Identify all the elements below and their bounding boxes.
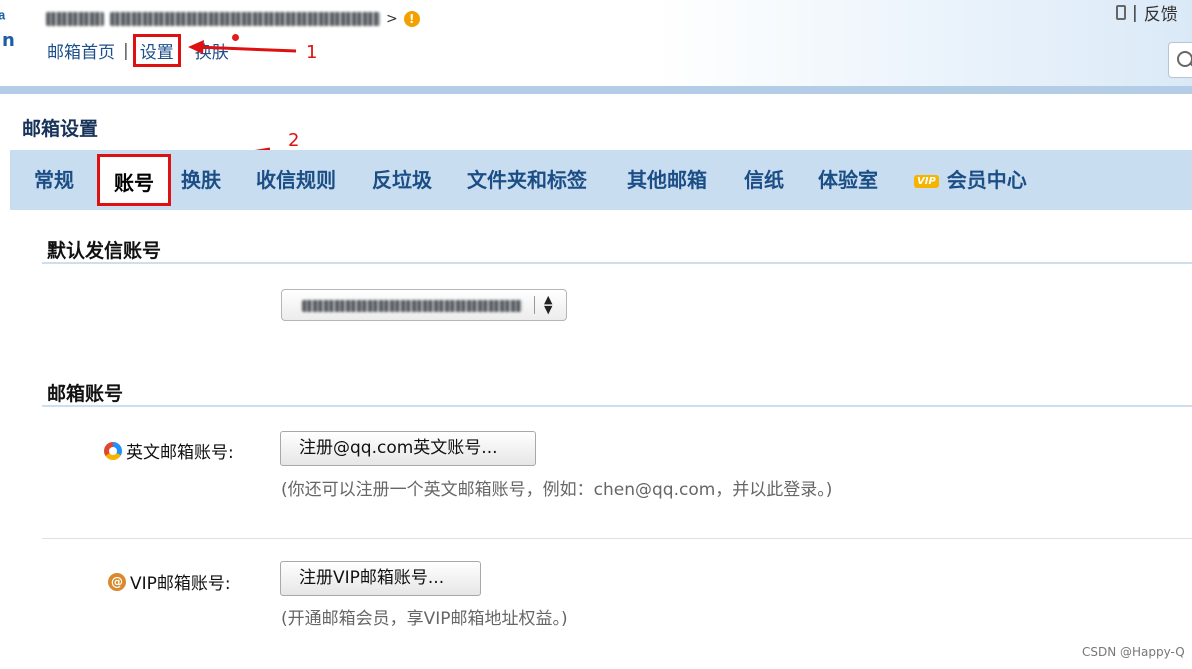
section-divider	[42, 405, 1192, 407]
row-divider	[42, 538, 1192, 539]
tab-other-mailboxes[interactable]: 其他邮箱	[627, 164, 707, 193]
blurred-email	[110, 12, 380, 26]
default-sender-select[interactable]: ▲ ▼	[281, 289, 567, 321]
register-vip-account-button[interactable]: 注册VIP邮箱账号...	[280, 561, 481, 596]
tab-general[interactable]: 常规	[34, 164, 74, 193]
tab-receive-rules[interactable]: 收信规则	[256, 164, 336, 193]
tab-member-center-label: 会员中心	[946, 168, 1027, 192]
search-button[interactable]	[1168, 42, 1192, 78]
tab-member-center[interactable]: VIP 会员中心	[914, 164, 1027, 193]
user-caret: >	[386, 11, 398, 27]
register-english-account-button[interactable]: 注册@qq.com英文账号...	[280, 431, 536, 466]
top-bar: ͣn > ! 邮箱首页 | 设置 换肤 | 反馈	[0, 0, 1192, 86]
default-sender-heading: 默认发信账号	[47, 240, 162, 262]
watermark: CSDN @Happy-Q	[1082, 645, 1185, 659]
feedback-link[interactable]: 反馈	[1144, 0, 1178, 25]
feedback-separator: |	[1132, 2, 1138, 23]
page-title: 邮箱设置	[22, 118, 99, 140]
annotation-label-1: 1	[306, 42, 318, 63]
at-sign-icon: @	[108, 572, 126, 591]
qq-icon	[104, 441, 122, 460]
annotation-label-2: 2	[288, 130, 300, 151]
vip-icon: VIP	[914, 175, 939, 188]
link-separator: |	[123, 40, 129, 61]
warning-icon[interactable]: !	[403, 11, 420, 27]
tab-account[interactable]: 账号	[97, 154, 171, 206]
mailbox-accounts-heading: 邮箱账号	[47, 383, 124, 405]
tab-lab[interactable]: 体验室	[818, 164, 878, 193]
settings-tabs: 常规 账号 换肤 收信规则 反垃圾 文件夹和标签 其他邮箱 信纸 体验室 VIP…	[10, 150, 1192, 210]
section-divider	[42, 262, 1192, 264]
logo: ͣn	[2, 30, 15, 51]
user-account-line[interactable]: > !	[46, 8, 420, 30]
annotation-arrow-1	[188, 40, 297, 54]
tab-folders-labels[interactable]: 文件夹和标签	[467, 164, 587, 193]
english-account-hint: (你还可以注册一个英文邮箱账号，例如：chen@qq.com，并以此登录。)	[281, 480, 833, 500]
phone-icon[interactable]	[1116, 5, 1126, 20]
english-account-label-text: 英文邮箱账号:	[126, 443, 234, 463]
vip-account-label-text: VIP邮箱账号:	[130, 574, 231, 594]
mail-home-link[interactable]: 邮箱首页	[47, 38, 115, 63]
feedback-area: | 反馈	[1116, 0, 1178, 25]
settings-link[interactable]: 设置	[132, 34, 181, 67]
tab-stationery[interactable]: 信纸	[744, 164, 784, 193]
english-account-label: 英文邮箱账号:	[104, 438, 234, 463]
vip-account-hint: (开通邮箱会员，享VIP邮箱地址权益。)	[281, 609, 568, 629]
blurred-username	[46, 12, 104, 26]
select-arrows-icon: ▲ ▼	[544, 293, 553, 316]
tab-skin[interactable]: 换肤	[181, 164, 221, 193]
tab-anti-spam[interactable]: 反垃圾	[372, 164, 432, 193]
vip-account-label: @ VIP邮箱账号:	[108, 569, 231, 594]
blurred-selected-address	[302, 300, 522, 312]
header-divider	[0, 86, 1192, 94]
